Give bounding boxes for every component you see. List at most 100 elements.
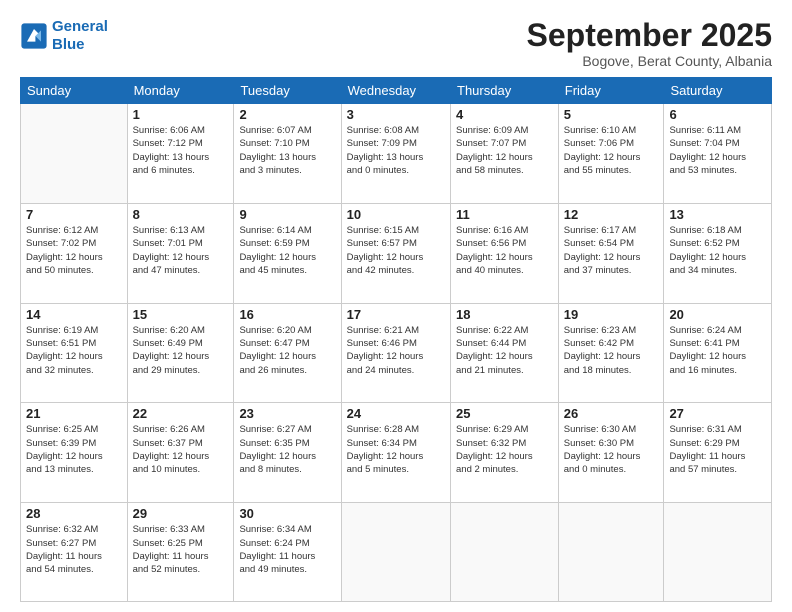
day-info: Sunrise: 6:13 AM Sunset: 7:01 PM Dayligh… xyxy=(133,224,229,277)
day-info: Sunrise: 6:29 AM Sunset: 6:32 PM Dayligh… xyxy=(456,423,553,476)
day-info: Sunrise: 6:20 AM Sunset: 6:49 PM Dayligh… xyxy=(133,324,229,377)
day-info: Sunrise: 6:24 AM Sunset: 6:41 PM Dayligh… xyxy=(669,324,766,377)
calendar-cell xyxy=(451,503,559,602)
day-number: 11 xyxy=(456,207,553,222)
week-row-1: 1Sunrise: 6:06 AM Sunset: 7:12 PM Daylig… xyxy=(21,104,772,204)
calendar-cell: 14 Sunrise: 6:19 AM Sunset: 6:51 PM Dayli… xyxy=(21,303,128,403)
day-info: Sunrise: 6:20 AM Sunset: 6:47 PM Dayligh… xyxy=(239,324,335,377)
weekday-header-wednesday: Wednesday xyxy=(341,78,450,104)
logo-text: General Blue xyxy=(52,18,108,54)
week-row-5: 28Sunrise: 6:32 AM Sunset: 6:27 PM Dayli… xyxy=(21,503,772,602)
day-number: 29 xyxy=(133,506,229,521)
day-info: Sunrise: 6:21 AM Sunset: 6:46 PM Dayligh… xyxy=(347,324,445,377)
title-block: September 2025 Bogove, Berat County, Alb… xyxy=(527,18,772,69)
day-info: Sunrise: 6:25 AM Sunset: 6:39 PM Dayligh… xyxy=(26,423,122,476)
calendar-cell: 27 Sunrise: 6:31 AM Sunset: 6:29 PM Dayli… xyxy=(664,403,772,503)
calendar-cell: 16 Sunrise: 6:20 AM Sunset: 6:47 PM Dayli… xyxy=(234,303,341,403)
day-number: 20 xyxy=(669,307,766,322)
calendar-cell: 6 Sunrise: 6:11 AM Sunset: 7:04 PM Daylig… xyxy=(664,104,772,204)
day-info: Sunrise: 6:11 AM Sunset: 7:04 PM Dayligh… xyxy=(669,124,766,177)
calendar-cell xyxy=(21,104,128,204)
month-title: September 2025 xyxy=(527,18,772,53)
day-number: 7 xyxy=(26,207,122,222)
day-number: 9 xyxy=(239,207,335,222)
day-number: 27 xyxy=(669,406,766,421)
day-number: 5 xyxy=(564,107,659,122)
day-info: Sunrise: 6:09 AM Sunset: 7:07 PM Dayligh… xyxy=(456,124,553,177)
day-info: Sunrise: 6:14 AM Sunset: 6:59 PM Dayligh… xyxy=(239,224,335,277)
calendar-cell: 21 Sunrise: 6:25 AM Sunset: 6:39 PM Dayli… xyxy=(21,403,128,503)
day-info: Sunrise: 6:19 AM Sunset: 6:51 PM Dayligh… xyxy=(26,324,122,377)
day-number: 15 xyxy=(133,307,229,322)
weekday-header-tuesday: Tuesday xyxy=(234,78,341,104)
calendar-cell: 4 Sunrise: 6:09 AM Sunset: 7:07 PM Daylig… xyxy=(451,104,559,204)
day-number: 12 xyxy=(564,207,659,222)
weekday-header-thursday: Thursday xyxy=(451,78,559,104)
week-row-3: 14 Sunrise: 6:19 AM Sunset: 6:51 PM Dayli… xyxy=(21,303,772,403)
calendar-cell: 13 Sunrise: 6:18 AM Sunset: 6:52 PM Dayli… xyxy=(664,203,772,303)
day-info: Sunrise: 6:34 AM Sunset: 6:24 PM Dayligh… xyxy=(239,523,335,576)
calendar-cell: 25 Sunrise: 6:29 AM Sunset: 6:32 PM Dayli… xyxy=(451,403,559,503)
day-number: 26 xyxy=(564,406,659,421)
day-info: Sunrise: 6:08 AM Sunset: 7:09 PM Dayligh… xyxy=(347,124,445,177)
day-info: Sunrise: 6:33 AM Sunset: 6:25 PM Dayligh… xyxy=(133,523,229,576)
day-number: 2 xyxy=(239,107,335,122)
day-number: 16 xyxy=(239,307,335,322)
day-number: 14 xyxy=(26,307,122,322)
calendar-cell xyxy=(341,503,450,602)
day-info: Sunrise: 6:27 AM Sunset: 6:35 PM Dayligh… xyxy=(239,423,335,476)
day-info: Sunrise: 6:06 AM Sunset: 7:12 PM Dayligh… xyxy=(133,124,229,177)
location: Bogove, Berat County, Albania xyxy=(527,53,772,69)
day-info: Sunrise: 6:16 AM Sunset: 6:56 PM Dayligh… xyxy=(456,224,553,277)
day-number: 24 xyxy=(347,406,445,421)
calendar-cell: 28Sunrise: 6:32 AM Sunset: 6:27 PM Dayli… xyxy=(21,503,128,602)
logo-icon xyxy=(20,22,48,50)
calendar-cell: 15 Sunrise: 6:20 AM Sunset: 6:49 PM Dayli… xyxy=(127,303,234,403)
calendar-cell: 7 Sunrise: 6:12 AM Sunset: 7:02 PM Daylig… xyxy=(21,203,128,303)
day-info: Sunrise: 6:28 AM Sunset: 6:34 PM Dayligh… xyxy=(347,423,445,476)
calendar-cell: 19Sunrise: 6:23 AM Sunset: 6:42 PM Dayli… xyxy=(558,303,664,403)
day-number: 18 xyxy=(456,307,553,322)
day-info: Sunrise: 6:23 AM Sunset: 6:42 PM Dayligh… xyxy=(564,324,659,377)
calendar-cell xyxy=(558,503,664,602)
day-info: Sunrise: 6:18 AM Sunset: 6:52 PM Dayligh… xyxy=(669,224,766,277)
calendar-cell: 20 Sunrise: 6:24 AM Sunset: 6:41 PM Dayli… xyxy=(664,303,772,403)
header: General Blue September 2025 Bogove, Bera… xyxy=(20,18,772,69)
week-row-4: 21 Sunrise: 6:25 AM Sunset: 6:39 PM Dayli… xyxy=(21,403,772,503)
day-number: 23 xyxy=(239,406,335,421)
calendar: SundayMondayTuesdayWednesdayThursdayFrid… xyxy=(20,77,772,602)
calendar-cell: 29 Sunrise: 6:33 AM Sunset: 6:25 PM Dayli… xyxy=(127,503,234,602)
day-info: Sunrise: 6:15 AM Sunset: 6:57 PM Dayligh… xyxy=(347,224,445,277)
day-info: Sunrise: 6:26 AM Sunset: 6:37 PM Dayligh… xyxy=(133,423,229,476)
day-number: 30 xyxy=(239,506,335,521)
calendar-cell: 1Sunrise: 6:06 AM Sunset: 7:12 PM Daylig… xyxy=(127,104,234,204)
day-number: 6 xyxy=(669,107,766,122)
day-info: Sunrise: 6:31 AM Sunset: 6:29 PM Dayligh… xyxy=(669,423,766,476)
weekday-header-saturday: Saturday xyxy=(664,78,772,104)
calendar-cell: 3 Sunrise: 6:08 AM Sunset: 7:09 PM Daylig… xyxy=(341,104,450,204)
weekday-header-friday: Friday xyxy=(558,78,664,104)
day-info: Sunrise: 6:07 AM Sunset: 7:10 PM Dayligh… xyxy=(239,124,335,177)
calendar-cell: 17Sunrise: 6:21 AM Sunset: 6:46 PM Dayli… xyxy=(341,303,450,403)
day-number: 21 xyxy=(26,406,122,421)
day-number: 3 xyxy=(347,107,445,122)
day-number: 28 xyxy=(26,506,122,521)
calendar-cell: 12Sunrise: 6:17 AM Sunset: 6:54 PM Dayli… xyxy=(558,203,664,303)
day-info: Sunrise: 6:12 AM Sunset: 7:02 PM Dayligh… xyxy=(26,224,122,277)
calendar-cell: 26Sunrise: 6:30 AM Sunset: 6:30 PM Dayli… xyxy=(558,403,664,503)
calendar-cell: 24 Sunrise: 6:28 AM Sunset: 6:34 PM Dayli… xyxy=(341,403,450,503)
day-number: 10 xyxy=(347,207,445,222)
day-number: 4 xyxy=(456,107,553,122)
calendar-cell xyxy=(664,503,772,602)
logo-blue: Blue xyxy=(52,36,85,53)
calendar-cell: 2 Sunrise: 6:07 AM Sunset: 7:10 PM Daylig… xyxy=(234,104,341,204)
calendar-cell: 9 Sunrise: 6:14 AM Sunset: 6:59 PM Daylig… xyxy=(234,203,341,303)
day-number: 25 xyxy=(456,406,553,421)
day-number: 13 xyxy=(669,207,766,222)
calendar-cell: 30 Sunrise: 6:34 AM Sunset: 6:24 PM Dayli… xyxy=(234,503,341,602)
calendar-cell: 8 Sunrise: 6:13 AM Sunset: 7:01 PM Daylig… xyxy=(127,203,234,303)
page: General Blue September 2025 Bogove, Bera… xyxy=(0,0,792,612)
weekday-header-sunday: Sunday xyxy=(21,78,128,104)
day-number: 8 xyxy=(133,207,229,222)
weekday-header-monday: Monday xyxy=(127,78,234,104)
